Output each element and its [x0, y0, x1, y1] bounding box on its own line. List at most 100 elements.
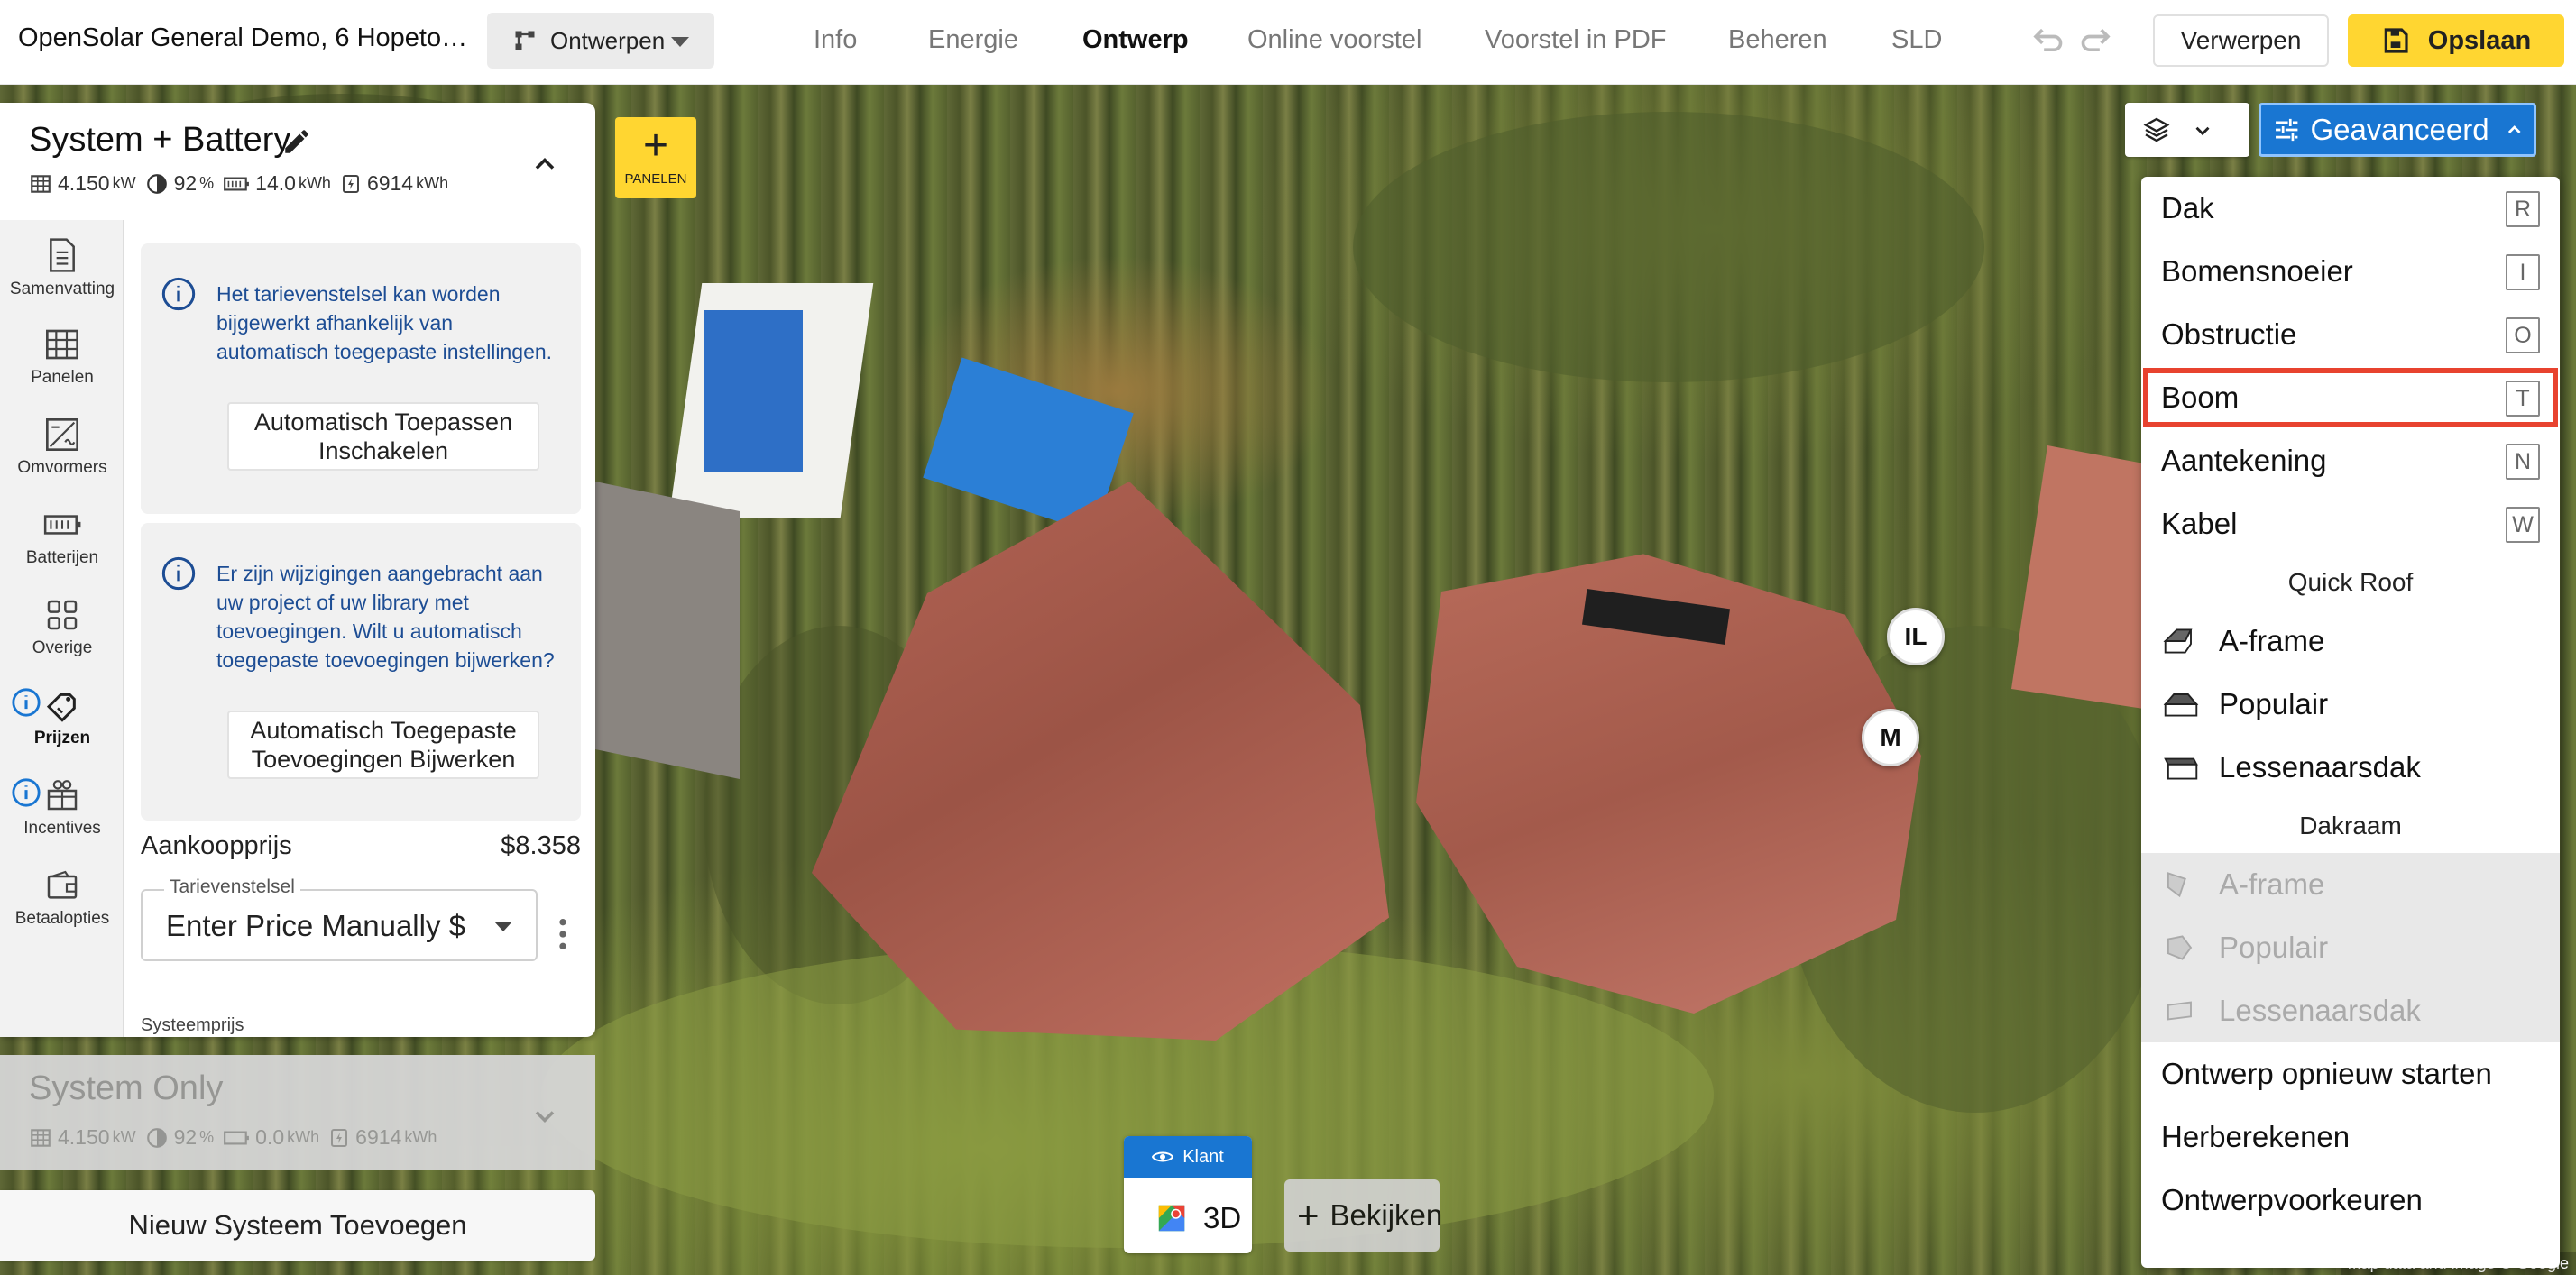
system-only-kw-unit: kW — [112, 1128, 136, 1146]
rail-panelen[interactable]: Panelen — [0, 321, 124, 411]
more-vertical-icon[interactable] — [557, 916, 568, 952]
add-system-button[interactable]: Nieuw Systeem Toevoegen — [0, 1190, 595, 1261]
rail-betaalopties[interactable]: Betaalopties — [0, 862, 124, 952]
system-only-card[interactable]: System Only 4.150 kW 92% 0.0 kWh 6914 kWh — [0, 1055, 595, 1170]
add-panels-label: PANELEN — [624, 171, 687, 187]
menu-item-aantekening[interactable]: Aantekening N — [2141, 429, 2560, 492]
recalculate-item[interactable]: Herberekenen — [2141, 1105, 2560, 1169]
system-only-battery-unit: kWh — [287, 1128, 320, 1146]
edit-icon[interactable] — [281, 126, 312, 157]
menu-item-label: Boom — [2161, 381, 2240, 414]
rail-label: Panelen — [31, 368, 94, 387]
panel-grid-icon — [31, 1128, 51, 1147]
tree-canopy — [1353, 112, 1984, 382]
system-production-unit: kWh — [416, 174, 449, 192]
energy-production-icon — [331, 1128, 348, 1147]
purchase-price-value: $8.358 — [501, 831, 581, 860]
menu-item-label: Bomensnoeier — [2161, 254, 2353, 288]
mode-select[interactable]: Ontwerpen — [487, 13, 714, 69]
tab-online-voorstel[interactable]: Online voorstel — [1247, 25, 1421, 55]
menu-item-kabel[interactable]: Kabel W — [2141, 492, 2560, 555]
rail-batterijen[interactable]: Batterijen — [0, 501, 124, 592]
plus-icon: + — [1297, 1194, 1320, 1236]
menu-item-label: Ontwerpvoorkeuren — [2161, 1183, 2423, 1216]
update-adders-button[interactable]: Automatisch Toegepaste Toevoegingen Bijw… — [227, 711, 539, 779]
system-title[interactable]: System + Battery — [29, 121, 290, 160]
design-preferences-item[interactable]: Ontwerpvoorkeuren — [2141, 1169, 2560, 1232]
advanced-button[interactable]: Geavanceerd — [2259, 103, 2536, 157]
tab-beheren[interactable]: Beheren — [1728, 25, 1827, 55]
discard-button[interactable]: Verwerpen — [2153, 14, 2329, 67]
dropdown-caret-icon — [494, 922, 512, 931]
energy-production-icon — [342, 174, 359, 193]
shortcut-key: N — [2506, 444, 2540, 480]
rail-label: Batterijen — [25, 548, 99, 567]
offset-pie-icon — [146, 1127, 167, 1148]
chevron-down-icon[interactable] — [529, 1100, 561, 1133]
map-pin-m[interactable]: M — [1862, 709, 1919, 766]
add-panels-button[interactable]: + PANELEN — [615, 117, 696, 198]
save-button[interactable]: Opslaan — [2348, 14, 2564, 67]
purchase-price-label: Aankoopprijs — [141, 831, 292, 860]
undo-icon[interactable] — [2026, 22, 2065, 61]
system-only-stats: 4.150 kW 92% 0.0 kWh 6914 kWh — [29, 1125, 446, 1150]
mode-select-label: Ontwerpen — [550, 26, 666, 54]
menu-item-label: Lessenaarsdak — [2219, 750, 2421, 784]
info-icon — [161, 277, 196, 311]
quick-roof-populair[interactable]: Populair — [2141, 673, 2560, 736]
rail-label: Incentives — [23, 819, 101, 838]
rail-overige[interactable]: Overige — [0, 592, 124, 682]
battery-icon — [43, 515, 81, 535]
panel-grid-icon — [31, 174, 51, 193]
view-button[interactable]: + Bekijken — [1284, 1179, 1442, 1252]
menu-item-obstructie[interactable]: Obstructie O — [2141, 303, 2560, 366]
restart-design-item[interactable]: Ontwerp opnieuw starten — [2141, 1042, 2560, 1105]
summary-document-icon — [50, 238, 75, 272]
menu-item-label: Populair — [2219, 687, 2329, 720]
info-icon[interactable] — [11, 777, 41, 808]
dormer-lessenaarsdak[interactable]: Lessenaarsdak — [2141, 979, 2560, 1042]
shortcut-key: T — [2506, 381, 2540, 417]
customer-view-badge[interactable]: Klant — [1124, 1136, 1252, 1178]
swimming-pool — [704, 310, 803, 472]
notice-text: Het tarievenstelsel kan worden bijgewerk… — [216, 282, 553, 363]
auto-apply-enable-button[interactable]: Automatisch Toepassen Inschakelen — [227, 402, 539, 471]
menu-item-boom[interactable]: Boom T — [2141, 366, 2560, 429]
menu-item-label: Aantekening — [2161, 444, 2327, 477]
tab-energie[interactable]: Energie — [928, 25, 1018, 55]
system-production: 6914 — [366, 171, 414, 195]
chevron-down-icon — [2195, 126, 2210, 136]
info-icon[interactable] — [11, 687, 41, 718]
menu-item-bomensnoeier[interactable]: Bomensnoeier I — [2141, 240, 2560, 303]
battery-icon — [224, 177, 250, 190]
menu-item-dak[interactable]: Dak R — [2141, 177, 2560, 240]
map-pin-il[interactable]: IL — [1887, 608, 1945, 665]
quick-roof-lessenaarsdak[interactable]: Lessenaarsdak — [2141, 736, 2560, 799]
chevron-up-icon[interactable] — [529, 148, 561, 180]
info-icon — [161, 556, 196, 591]
tab-voorstel-pdf[interactable]: Voorstel in PDF — [1485, 25, 1666, 55]
rail-omvormers[interactable]: Omvormers — [0, 411, 124, 501]
dormer-a-frame[interactable]: A-frame — [2141, 853, 2560, 916]
tab-ontwerp[interactable]: Ontwerp — [1082, 25, 1189, 55]
rail-label: Omvormers — [17, 458, 107, 477]
tariff-select[interactable]: Tarievenstelsel Enter Price Manually $ — [141, 876, 538, 961]
system-percent-unit: % — [199, 174, 215, 192]
tune-icon — [2276, 118, 2298, 142]
view-mode-box[interactable]: Klant 3D — [1124, 1136, 1252, 1253]
system-only-title: System Only — [29, 1069, 224, 1107]
dormer-populair[interactable]: Populair — [2141, 916, 2560, 979]
layers-button[interactable] — [2125, 103, 2249, 157]
quick-roof-a-frame[interactable]: A-frame — [2141, 610, 2560, 673]
shortcut-key: O — [2506, 317, 2540, 353]
menu-item-label: A-frame — [2219, 867, 2325, 901]
tab-sld[interactable]: SLD — [1891, 25, 1942, 55]
menu-item-label: Herberekenen — [2161, 1120, 2351, 1153]
tab-info[interactable]: Info — [814, 25, 857, 55]
roof-a-frame-icon — [2163, 628, 2193, 654]
view-3d-label: 3D — [1203, 1201, 1242, 1234]
rail-samenvatting[interactable]: Samenvatting — [0, 231, 124, 321]
advanced-label: Geavanceerd — [2310, 113, 2489, 146]
redo-icon[interactable] — [2078, 22, 2118, 61]
menu-item-label: Populair — [2219, 931, 2329, 964]
